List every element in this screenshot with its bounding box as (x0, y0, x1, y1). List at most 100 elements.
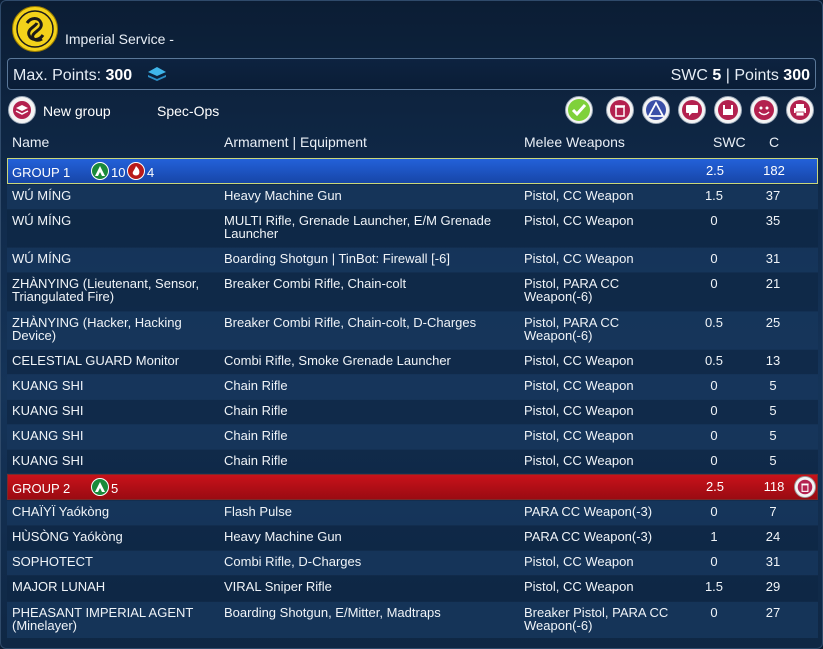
group-name: GROUP 2 (12, 481, 71, 496)
unit-melee: Pistol, CC Weapon (524, 554, 634, 569)
table-row[interactable]: SOPHOTECT Combi Rifle, D-Charges Pistol,… (7, 551, 818, 575)
unit-swc: 0.5 (704, 353, 724, 368)
table-row[interactable]: PHEASANT IMPERIAL AGENT (Minelayer) Boar… (7, 602, 818, 638)
unit-name: ZHÀNYING (Lieutenant, Sensor, Triangulat… (12, 276, 200, 304)
spec-ops-button[interactable]: Spec-Ops (157, 103, 219, 119)
unit-melee: PARA CC Weapon(-3) (524, 504, 653, 519)
unit-cost: 5 (769, 403, 777, 418)
unit-swc: 0 (710, 403, 718, 418)
new-group-button[interactable] (8, 96, 36, 124)
unit-armament: Heavy Machine Gun (224, 529, 342, 544)
unit-melee: Pistol, CC Weapon (524, 353, 634, 368)
unit-name: PHEASANT IMPERIAL AGENT (Minelayer) (12, 605, 194, 633)
points-value: 300 (783, 67, 810, 84)
unit-armament: VIRAL Sniper Rifle (224, 579, 332, 594)
new-group-label[interactable]: New group (43, 103, 111, 119)
unit-cost: 35 (765, 213, 781, 228)
group-2-header[interactable]: GROUP 2 5 2.5 118 (7, 474, 818, 500)
regular-order-count: 10 (111, 165, 126, 180)
unit-cost: 13 (765, 353, 781, 368)
summary-separator: | (725, 67, 730, 84)
unit-cost: 37 (765, 188, 781, 203)
unit-name: WÚ MÍNG (12, 213, 72, 228)
table-row[interactable]: HÙSÒNG Yaókòng Heavy Machine Gun PARA CC… (7, 526, 818, 550)
regular-order-icon (91, 162, 109, 180)
table-row[interactable]: ZHÀNYING (Lieutenant, Sensor, Triangulat… (7, 273, 818, 311)
unit-cost: 29 (765, 579, 781, 594)
unit-swc: 0 (710, 378, 718, 393)
unit-armament: Breaker Combi Rifle, Chain-colt (224, 276, 407, 291)
unit-melee: Pistol, CC Weapon (524, 453, 634, 468)
swc-points-summary: SWC 5 | Points 300 (671, 67, 810, 85)
unit-cost: 31 (765, 251, 781, 266)
table-row[interactable]: WÚ MÍNG MULTI Rifle, Grenade Launcher, E… (7, 210, 818, 247)
army-list-window: Imperial Service - Max. Points: 300 SWC … (0, 0, 823, 649)
unit-name: CHAÏYÏ Yaókòng (12, 504, 110, 519)
triangle-icon (646, 100, 666, 120)
table-row[interactable]: CELESTIAL GUARD Monitor Combi Rifle, Smo… (7, 350, 818, 374)
toolbar: New group Spec-Ops (1, 94, 822, 128)
unit-melee: Pistol, CC Weapon (524, 403, 634, 418)
column-header-swc: SWC (713, 134, 746, 150)
unit-melee: Pistol, PARA CC Weapon(-6) (524, 276, 620, 304)
validate-button[interactable] (565, 96, 593, 124)
unit-cost: 5 (769, 453, 777, 468)
unit-melee: Pistol, CC Weapon (524, 213, 634, 228)
imperial-service-logo-icon (12, 6, 58, 52)
table-row[interactable]: ZHÀNYING (Hacker, Hacking Device) Breake… (7, 312, 818, 349)
unit-melee: Pistol, CC Weapon (524, 188, 634, 203)
table-row[interactable]: WÚ MÍNG Heavy Machine Gun Pistol, CC Wea… (7, 185, 818, 209)
delete-list-button[interactable] (606, 96, 634, 124)
unit-name: WÚ MÍNG (12, 251, 72, 266)
column-header-armament: Armament | Equipment (224, 134, 367, 150)
unit-armament: Breaker Combi Rifle, Chain-colt, D-Charg… (224, 315, 477, 330)
unit-swc: 0.5 (704, 315, 724, 330)
unit-name: KUANG SHI (12, 378, 84, 393)
army-list-table: GROUP 1 10 4 2.5 182 WÚ MÍNG Heavy Machi… (7, 158, 818, 639)
swc-label: SWC (670, 67, 708, 84)
table-row[interactable]: WÚ MÍNG Boarding Shotgun | TinBot: Firew… (7, 248, 818, 272)
table-row[interactable]: CHAÏYÏ Yaókòng Flash Pulse PARA CC Weapo… (7, 501, 818, 525)
column-header-c: C (769, 134, 780, 150)
group-cost: 118 (763, 479, 785, 494)
swc-value: 5 (712, 67, 722, 84)
unit-swc: 1.5 (704, 579, 724, 594)
stack-icon (13, 101, 31, 119)
unit-armament: Boarding Shotgun, E/Mitter, Madtraps (224, 605, 441, 620)
unit-cost: 25 (765, 315, 781, 330)
unit-armament: MULTI Rifle, Grenade Launcher, E/M Grena… (224, 213, 492, 241)
unit-cost: 24 (765, 529, 781, 544)
printer-icon (790, 100, 810, 120)
unit-cost: 27 (765, 605, 781, 620)
unit-armament: Chain Rifle (224, 378, 288, 393)
unit-swc: 1 (710, 529, 718, 544)
unit-name: ZHÀNYING (Hacker, Hacking Device) (12, 315, 182, 343)
profile-button[interactable] (750, 96, 778, 124)
max-points-value: 300 (105, 67, 133, 84)
unit-name: SOPHOTECT (12, 554, 93, 569)
unit-name: KUANG SHI (12, 453, 84, 468)
max-points-label: Max. Points: (13, 67, 102, 84)
regular-order-icon (91, 478, 109, 496)
table-row[interactable]: KUANG SHI Chain Rifle Pistol, CC Weapon … (7, 375, 818, 399)
group-1-header[interactable]: GROUP 1 10 4 2.5 182 (7, 158, 818, 184)
unit-armament: Chain Rifle (224, 403, 288, 418)
unit-cost: 31 (765, 554, 781, 569)
table-row[interactable]: MAJOR LUNAH VIRAL Sniper Rifle Pistol, C… (7, 576, 818, 601)
table-row[interactable]: KUANG SHI Chain Rifle Pistol, CC Weapon … (7, 450, 818, 473)
share-button[interactable] (678, 96, 706, 124)
trash-icon (610, 100, 630, 120)
unit-armament: Chain Rifle (224, 453, 288, 468)
unit-swc: 0 (710, 504, 718, 519)
faction-button[interactable] (642, 96, 670, 124)
delete-group-button[interactable] (794, 476, 816, 498)
print-button[interactable] (786, 96, 814, 124)
table-row[interactable]: KUANG SHI Chain Rifle Pistol, CC Weapon … (7, 400, 818, 424)
header: Imperial Service - (1, 1, 822, 57)
trash-icon (797, 479, 813, 495)
unit-swc: 0 (710, 213, 718, 228)
save-button[interactable] (714, 96, 742, 124)
table-row[interactable]: KUANG SHI Chain Rifle Pistol, CC Weapon … (7, 425, 818, 449)
unit-swc: 0 (710, 251, 718, 266)
layers-icon[interactable] (147, 66, 167, 84)
